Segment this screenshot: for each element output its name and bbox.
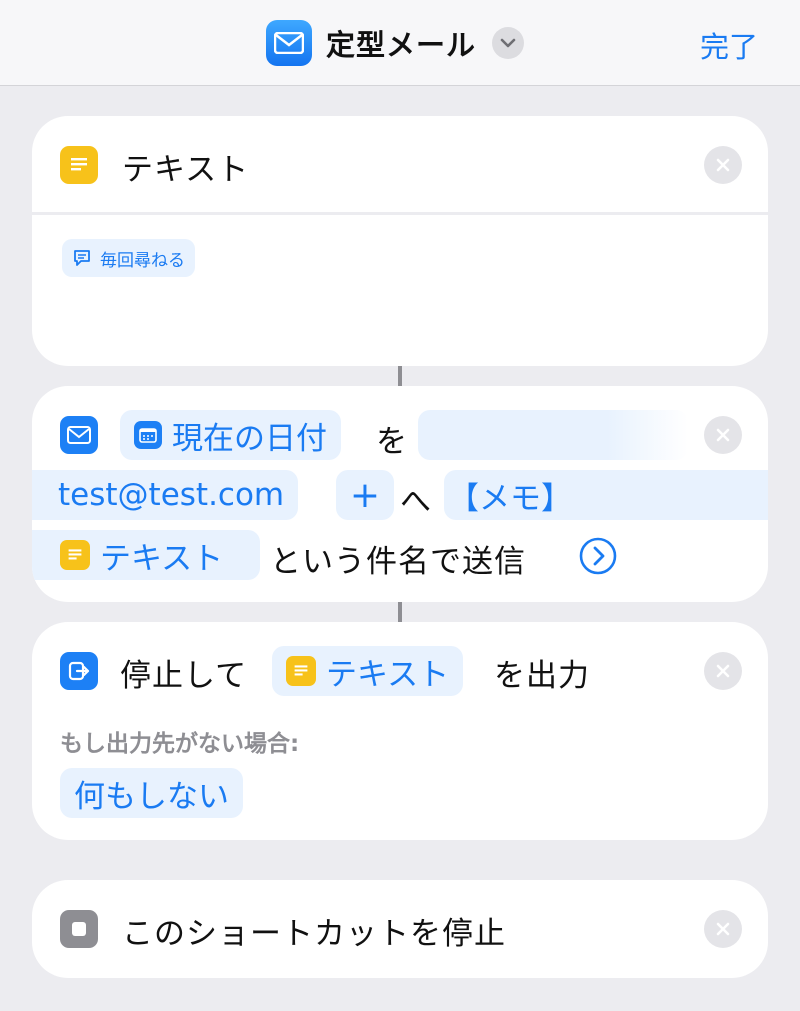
memo-token[interactable]: 【メモ】 — [444, 470, 768, 520]
ask-each-time-token[interactable]: 毎回尋ねる — [62, 239, 195, 277]
action-title: このショートカットを停止 — [122, 916, 506, 952]
done-button[interactable]: 完了 — [700, 24, 758, 66]
action-title: テキスト — [122, 152, 250, 188]
output-text-label: テキスト — [326, 656, 450, 693]
close-icon[interactable] — [704, 146, 742, 184]
calendar-icon — [134, 421, 162, 449]
text-icon — [60, 146, 98, 184]
envelope-icon — [60, 416, 98, 454]
subject-text-token[interactable]: テキスト — [32, 530, 260, 580]
ask-each-time-label: 毎回尋ねる — [100, 250, 185, 271]
text-action-card: テキスト 毎回尋ねる — [32, 116, 768, 366]
shortcut-title: 定型メール — [326, 28, 477, 62]
chevron-down-icon[interactable] — [492, 27, 525, 59]
close-icon[interactable] — [704, 652, 742, 690]
navigation-bar: 定型メール 完了 — [0, 0, 800, 86]
stop-square-icon — [60, 910, 98, 948]
subject-text-label: テキスト — [100, 540, 224, 577]
text-icon — [286, 656, 316, 686]
particle-e: へ — [400, 484, 432, 520]
output-text-token[interactable]: テキスト — [272, 646, 464, 696]
divider — [32, 212, 768, 215]
subject-suffix: という件名で送信 — [270, 544, 526, 580]
message-body-field[interactable] — [418, 410, 688, 460]
no-output-label: もし出力先がない場合: — [60, 731, 300, 757]
current-date-label: 現在の日付 — [172, 420, 327, 457]
exit-output-icon — [60, 652, 98, 690]
text-icon — [60, 540, 90, 570]
output-suffix: を出力 — [494, 658, 590, 694]
particle-wo: を — [376, 424, 408, 460]
recipient-token[interactable]: test@test.com — [32, 470, 299, 520]
add-recipient-button[interactable]: + — [336, 470, 394, 520]
send-email-action-card: 現在の日付 を test@test.com + へ 【メモ】 テキスト という件… — [32, 386, 768, 602]
no-output-option[interactable]: 何もしない — [60, 768, 243, 818]
chevron-right-circle-icon[interactable] — [578, 536, 618, 576]
flow-connector — [398, 602, 402, 622]
flow-connector — [398, 366, 402, 386]
close-icon[interactable] — [704, 416, 742, 454]
stop-shortcut-action-card: このショートカットを停止 — [32, 880, 768, 978]
envelope-icon — [266, 20, 312, 66]
speech-bubble-icon — [72, 248, 92, 268]
stop-prefix: 停止して — [120, 658, 248, 694]
shortcut-title-menu[interactable]: 定型メール — [266, 20, 525, 66]
stop-and-output-action-card: 停止して テキスト を出力 もし出力先がない場合: 何もしない — [32, 622, 768, 840]
close-icon[interactable] — [704, 910, 742, 948]
current-date-token[interactable]: 現在の日付 — [120, 410, 341, 460]
